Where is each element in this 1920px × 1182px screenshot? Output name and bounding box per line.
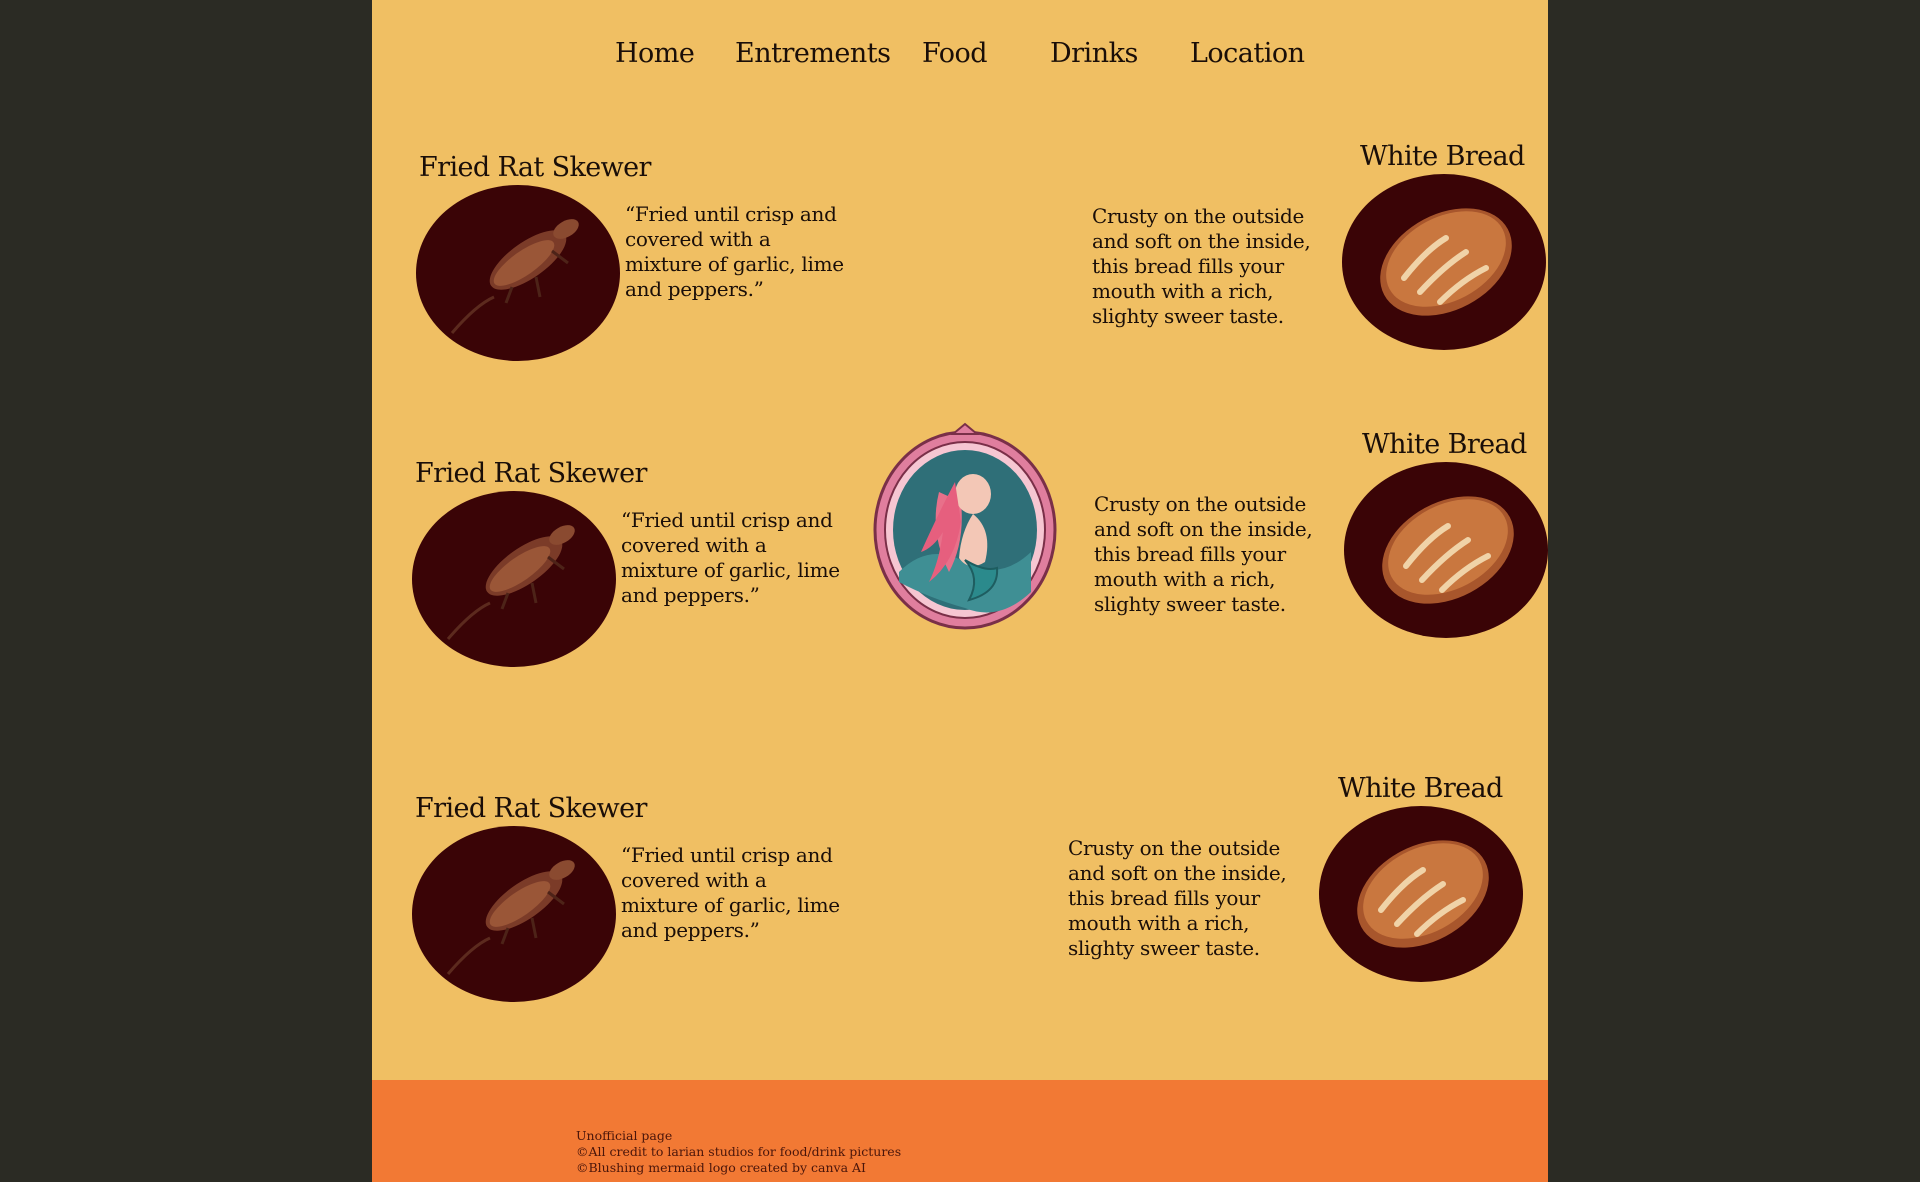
nav-home[interactable]: Home <box>615 38 695 69</box>
item-description: Crusty on the outside and soft on the in… <box>1068 836 1287 960</box>
item-description: “Fried until crisp and covered with a mi… <box>621 508 840 607</box>
bread-icon <box>1344 462 1548 638</box>
item-title: Fried Rat Skewer <box>415 458 647 489</box>
item-description: Crusty on the outside and soft on the in… <box>1092 204 1311 328</box>
main-nav: Home Entrements Food Drinks Location <box>372 30 1548 80</box>
item-description: “Fried until crisp and covered with a mi… <box>621 843 840 942</box>
footer-credit-pictures: ©All credit to larian studios for food/d… <box>576 1144 902 1159</box>
nav-location[interactable]: Location <box>1190 38 1305 69</box>
item-description: “Fried until crisp and covered with a mi… <box>625 202 844 301</box>
nav-drinks[interactable]: Drinks <box>1050 38 1138 69</box>
item-title: Fried Rat Skewer <box>419 152 651 183</box>
item-description: Crusty on the outside and soft on the in… <box>1094 492 1313 616</box>
rat-icon <box>412 491 616 667</box>
rat-icon <box>412 826 616 1002</box>
footer-credit-logo: ©Blushing mermaid logo created by canva … <box>576 1160 866 1175</box>
footer: Unofficial page ©All credit to larian st… <box>372 1080 1548 1182</box>
nav-food[interactable]: Food <box>922 38 988 69</box>
item-title: Fried Rat Skewer <box>415 793 647 824</box>
nav-entrements[interactable]: Entrements <box>735 38 891 69</box>
item-title: White Bread <box>1338 773 1503 804</box>
item-title: White Bread <box>1360 141 1525 172</box>
bread-icon <box>1319 806 1523 982</box>
footer-disclaimer: Unofficial page <box>576 1128 673 1143</box>
page: Home Entrements Food Drinks Location Fri… <box>372 0 1548 1182</box>
item-title: White Bread <box>1362 429 1527 460</box>
rat-icon <box>416 185 620 361</box>
bread-icon <box>1342 174 1546 350</box>
mermaid-logo-icon <box>869 422 1061 632</box>
